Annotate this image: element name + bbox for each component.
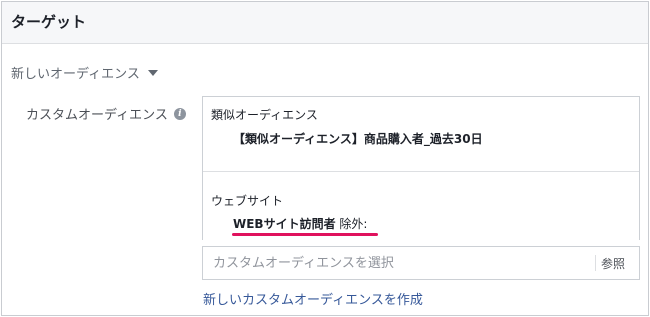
custom-audience-search-input[interactable] <box>203 247 593 279</box>
caret-down-icon <box>147 69 158 76</box>
search-separator <box>595 255 596 271</box>
custom-audience-label: カスタムオーディエンス i <box>26 104 186 123</box>
panel-header: ターゲット <box>2 2 648 44</box>
selected-audiences-box: 類似オーディエンス 【類似オーディエンス】商品購入者_過去30日 ウェブサイト … <box>202 96 640 240</box>
targeting-panel: ターゲット 新しいオーディエンス カスタムオーディエンス i 類似オーディエンス… <box>1 1 649 316</box>
group-divider <box>203 171 639 172</box>
exclude-tag: 除外: <box>339 217 368 231</box>
custom-audience-label-text: カスタムオーディエンス <box>26 108 168 123</box>
audience-item-website[interactable]: WEBサイト訪問者 除外: <box>233 215 367 232</box>
custom-audience-search: 参照 <box>202 246 640 280</box>
new-audience-toggle[interactable]: 新しいオーディエンス <box>11 63 158 82</box>
group-title-website: ウェブサイト <box>211 194 284 208</box>
create-custom-audience-link[interactable]: 新しいカスタムオーディエンスを作成 <box>203 289 423 308</box>
new-audience-toggle-label: 新しいオーディエンス <box>11 67 140 82</box>
browse-button[interactable]: 参照 <box>601 255 625 272</box>
highlight-underline <box>232 233 378 236</box>
audience-item-website-name: WEBサイト訪問者 <box>233 217 336 231</box>
info-icon[interactable]: i <box>173 107 186 120</box>
panel-title: ターゲット <box>11 13 87 31</box>
audience-item-lookalike[interactable]: 【類似オーディエンス】商品購入者_過去30日 <box>233 130 483 147</box>
group-title-lookalike: 類似オーディエンス <box>211 108 318 122</box>
